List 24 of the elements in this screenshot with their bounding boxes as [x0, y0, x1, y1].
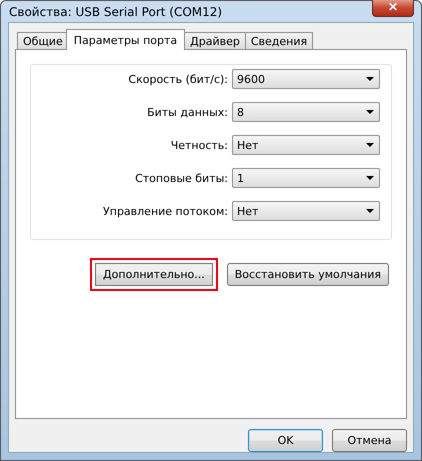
close-button[interactable]: ✕	[372, 0, 414, 16]
button[interactable]: Отмена	[332, 429, 407, 452]
field-label: Скорость (бит/с):	[128, 72, 228, 86]
dropdown-arrow-icon	[366, 143, 374, 147]
dropdown[interactable]: 1	[232, 168, 380, 188]
dropdown-arrow-icon	[366, 176, 374, 180]
tab[interactable]: Драйвер	[184, 32, 246, 50]
button[interactable]: Восстановить умолчания	[226, 263, 389, 286]
button[interactable]: OK	[248, 429, 323, 452]
dropdown[interactable]: 8	[232, 102, 380, 122]
tab[interactable]: Параметры порта	[66, 29, 186, 50]
dropdown[interactable]: Нет	[232, 201, 380, 221]
field-label: Биты данных:	[147, 106, 228, 118]
field-label: Управление потоком:	[103, 204, 228, 218]
dropdown-arrow-icon	[366, 77, 374, 81]
field-label: Четность:	[170, 138, 228, 152]
dropdown[interactable]: Нет	[232, 135, 380, 155]
dropdown-arrow-icon	[366, 209, 374, 213]
field-label: Стоповые биты:	[135, 172, 228, 184]
window-title: Свойства: USB Serial Port (COM12)	[8, 4, 222, 18]
dropdown[interactable]: 9600	[232, 69, 380, 89]
dropdown-arrow-icon	[366, 110, 374, 114]
tab[interactable]: Сведения	[244, 32, 314, 50]
button[interactable]: Дополнительно...	[90, 258, 218, 291]
